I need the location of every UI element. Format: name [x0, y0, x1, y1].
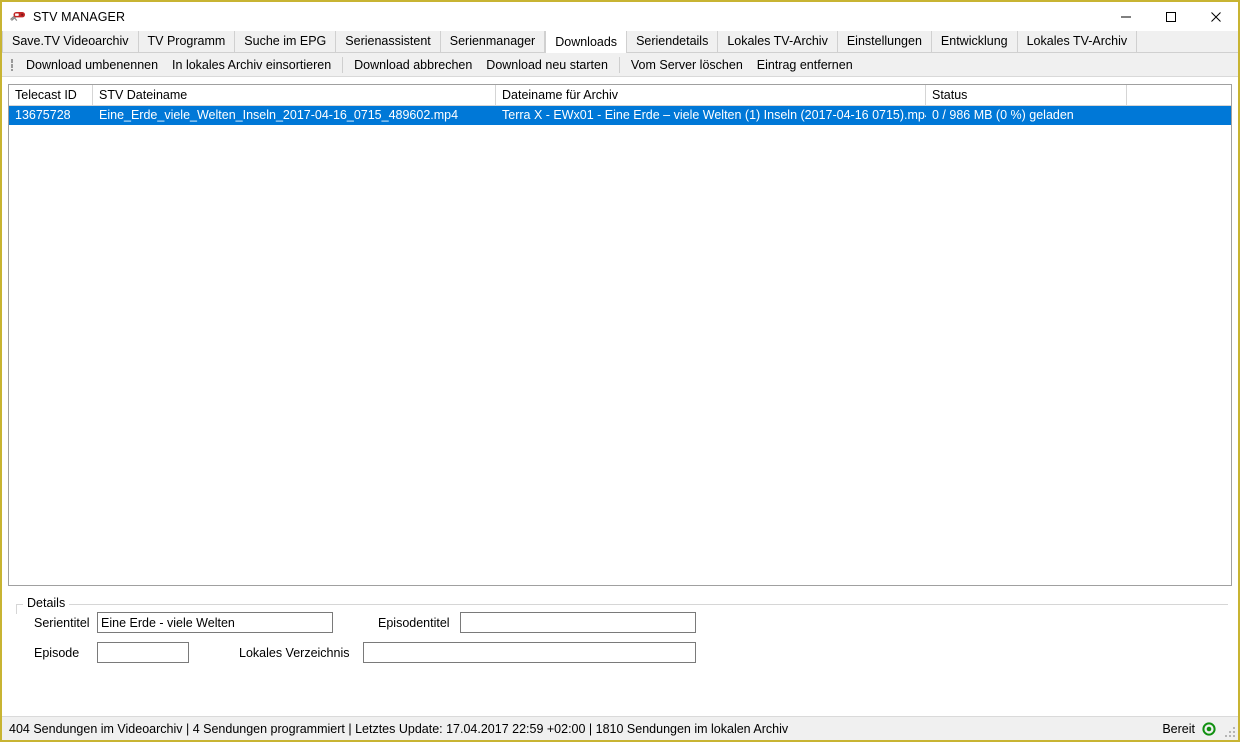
title-bar: STV MANAGER [2, 2, 1238, 31]
resize-grip[interactable] [1223, 725, 1235, 737]
episode-input[interactable] [97, 642, 189, 663]
cell-status: 0 / 986 MB (0 %) geladen [926, 106, 1127, 125]
tab-suche-im-epg[interactable]: Suche im EPG [235, 31, 336, 52]
application-window: STV MANAGER Save.TV Videoarchiv TV Progr… [0, 0, 1240, 742]
toolbar-separator-2 [619, 57, 620, 73]
tab-lokales-tv-archiv[interactable]: Lokales TV-Archiv [718, 31, 838, 52]
tab-bar: Save.TV Videoarchiv TV Programm Suche im… [2, 31, 1238, 53]
status-bar: 404 Sendungen im Videoarchiv | 4 Sendung… [2, 716, 1238, 740]
toolbar-separator-1 [342, 57, 343, 73]
status-label: Bereit [1162, 722, 1195, 736]
tab-entwicklung[interactable]: Entwicklung [932, 31, 1018, 52]
status-bar-info: 404 Sendungen im Videoarchiv | 4 Sendung… [9, 722, 788, 736]
details-legend: Details [23, 596, 69, 610]
episode-label: Episode [34, 646, 79, 660]
tab-save-tv-videoarchiv[interactable]: Save.TV Videoarchiv [2, 31, 139, 52]
toolbar: Download umbenennen In lokales Archiv ei… [2, 53, 1238, 77]
download-abbrechen-button[interactable]: Download abbrechen [347, 54, 479, 76]
maximize-button[interactable] [1148, 2, 1193, 31]
table-row[interactable]: 13675728 Eine_Erde_viele_Welten_Inseln_2… [9, 106, 1231, 125]
cell-telecast-id: 13675728 [9, 106, 93, 125]
serientitel-label: Serientitel [34, 616, 90, 630]
column-header-status[interactable]: Status [926, 85, 1127, 105]
details-group-frame-left [16, 604, 17, 614]
window-controls [1103, 2, 1238, 31]
details-group: Details Serientitel Episodentitel Episod… [8, 596, 1232, 696]
serientitel-input[interactable] [97, 612, 333, 633]
downloads-grid[interactable]: Telecast ID STV Dateiname Dateiname für … [8, 84, 1232, 586]
tab-serienassistent[interactable]: Serienassistent [336, 31, 440, 52]
tab-einstellungen[interactable]: Einstellungen [838, 31, 932, 52]
cell-dateiname-fuer-archiv: Terra X - EWx01 - Eine Erde – viele Welt… [496, 106, 926, 125]
tab-lokales-tv-archiv-2[interactable]: Lokales TV-Archiv [1018, 31, 1138, 52]
close-button[interactable] [1193, 2, 1238, 31]
in-lokales-archiv-einsortieren-button[interactable]: In lokales Archiv einsortieren [165, 54, 338, 76]
minimize-button[interactable] [1103, 2, 1148, 31]
content-area: Telecast ID STV Dateiname Dateiname für … [2, 77, 1238, 716]
episodentitel-label: Episodentitel [378, 616, 450, 630]
tab-serienmanager[interactable]: Serienmanager [441, 31, 545, 52]
window-title: STV MANAGER [33, 10, 125, 24]
grid-header-row: Telecast ID STV Dateiname Dateiname für … [9, 85, 1231, 106]
cell-stv-dateiname: Eine_Erde_viele_Welten_Inseln_2017-04-16… [93, 106, 496, 125]
column-header-dateiname-fuer-archiv[interactable]: Dateiname für Archiv [496, 85, 926, 105]
download-neu-starten-button[interactable]: Download neu starten [479, 54, 615, 76]
column-header-stv-dateiname[interactable]: STV Dateiname [93, 85, 496, 105]
column-header-telecast-id[interactable]: Telecast ID [9, 85, 93, 105]
eintrag-entfernen-button[interactable]: Eintrag entfernen [750, 54, 860, 76]
lokales-verzeichnis-label: Lokales Verzeichnis [239, 646, 349, 660]
download-umbenennen-button[interactable]: Download umbenennen [19, 54, 165, 76]
tab-downloads[interactable]: Downloads [545, 31, 627, 53]
status-bar-state: Bereit [1162, 722, 1216, 736]
lokales-verzeichnis-input[interactable] [363, 642, 696, 663]
vom-server-loeschen-button[interactable]: Vom Server löschen [624, 54, 750, 76]
episodentitel-input[interactable] [460, 612, 696, 633]
toolbar-grip-handle[interactable] [7, 57, 16, 73]
tab-seriendetails[interactable]: Seriendetails [627, 31, 718, 52]
stv-logo-icon [9, 8, 27, 26]
green-status-circle-icon [1202, 722, 1216, 736]
column-header-filler [1127, 85, 1231, 105]
tab-tv-programm[interactable]: TV Programm [139, 31, 236, 52]
